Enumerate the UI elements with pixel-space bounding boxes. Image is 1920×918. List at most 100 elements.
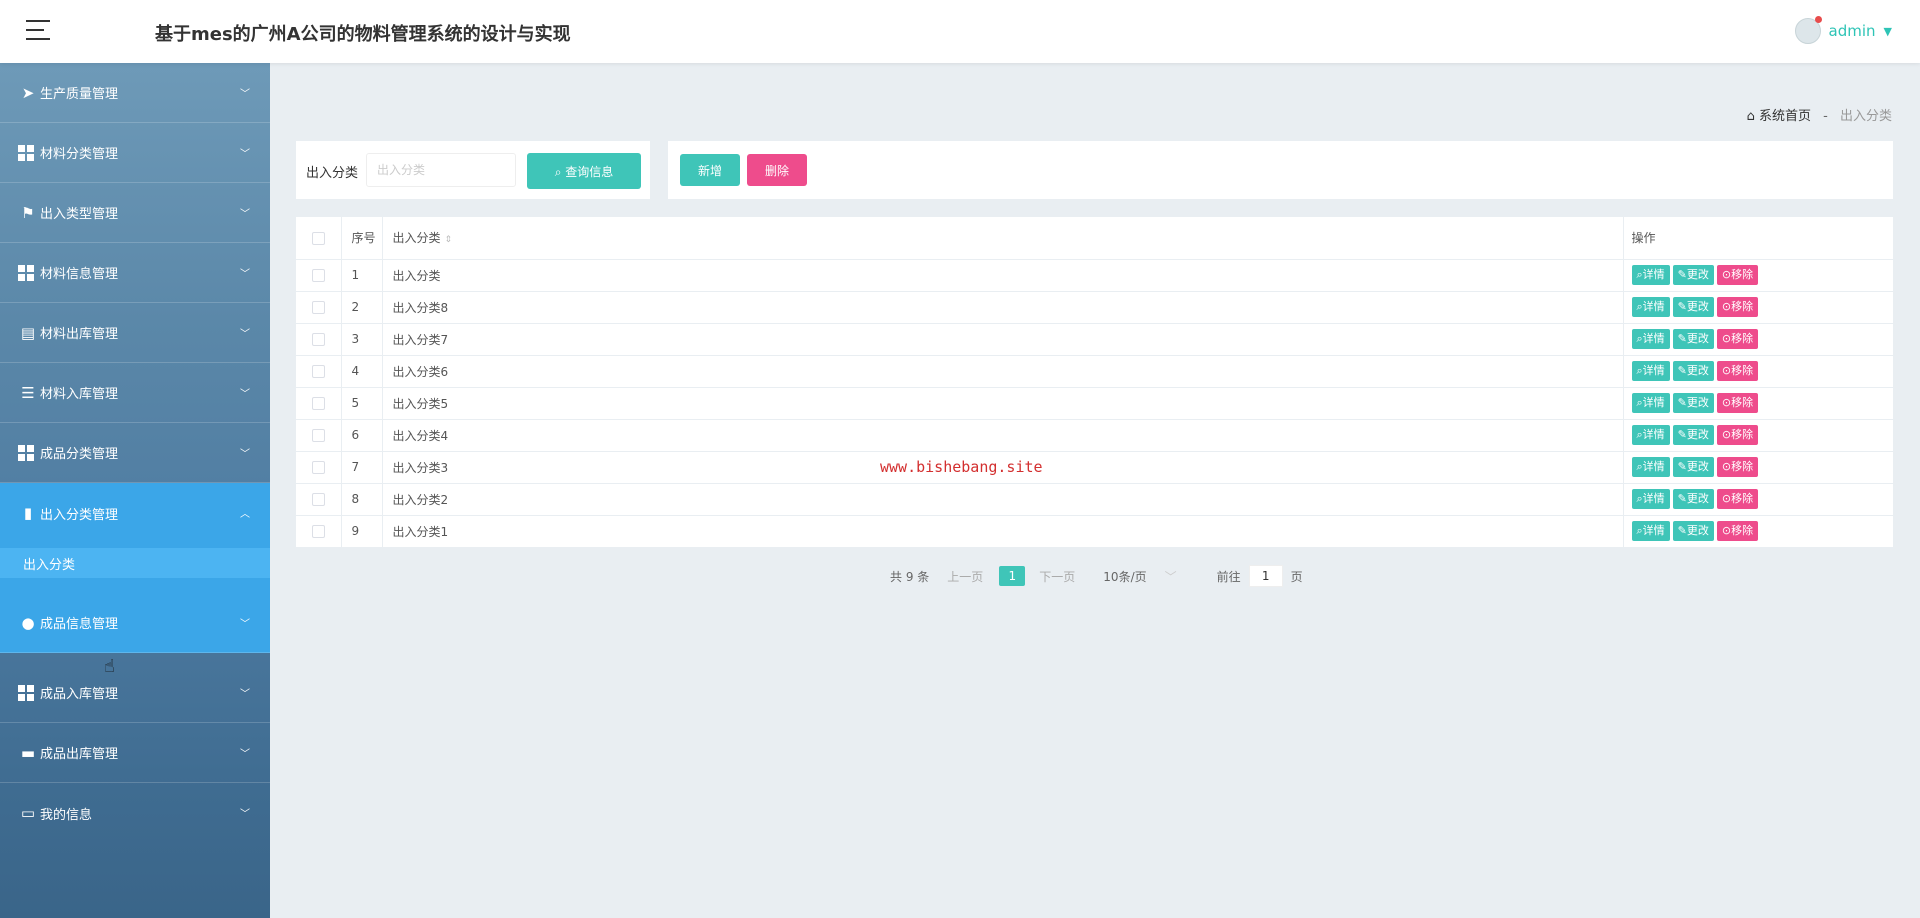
page-number-button[interactable]: 1 [999, 566, 1026, 586]
sort-icon[interactable]: ⇕ [445, 235, 453, 245]
row-checkbox[interactable] [311, 525, 325, 538]
edit-button[interactable]: ✎更改 [1672, 265, 1714, 285]
edit-button[interactable]: ✎更改 [1672, 489, 1714, 509]
detail-button[interactable]: ⌕详情 [1631, 489, 1670, 509]
remove-label: 移除 [1731, 364, 1754, 377]
remove-label: 移除 [1731, 268, 1754, 281]
detail-button[interactable]: ⌕详情 [1631, 361, 1670, 381]
header-name[interactable]: 出入分类 ⇕ [381, 217, 1623, 260]
detail-label: 详情 [1642, 492, 1665, 505]
user-menu[interactable]: admin ▼ [1794, 16, 1892, 44]
edit-button[interactable]: ✎更改 [1672, 297, 1714, 317]
row-actions: ⌕详情 ✎更改 ⊙移除 [1622, 355, 1893, 388]
sidebar-item-label: 材料入库管理 [40, 387, 119, 402]
chevron-down-icon: ﹀ [240, 389, 250, 400]
search-input[interactable] [366, 153, 516, 187]
row-actions: ⌕详情 ✎更改 ⊙移除 [1622, 291, 1893, 324]
row-checkbox[interactable] [311, 333, 325, 346]
edit-button[interactable]: ✎更改 [1672, 361, 1714, 381]
edit-button[interactable]: ✎更改 [1672, 457, 1714, 477]
comment-icon: ▬ [20, 743, 36, 762]
pencil-icon: ✎ [1677, 396, 1687, 409]
next-page-button[interactable]: 下一页 [1039, 568, 1075, 585]
chevron-down-icon: ﹀ [240, 89, 250, 100]
search-label: 出入分类 [306, 166, 359, 181]
row-name: 出入分类 [381, 259, 1623, 292]
table-row: 8 出入分类2 ⌕详情 ✎更改 ⊙移除 [296, 483, 1893, 516]
sidebar-item-material-in[interactable]: ☰ 材料入库管理 ﹀ [0, 363, 270, 423]
edit-button[interactable]: ✎更改 [1672, 425, 1714, 445]
edit-button[interactable]: ✎更改 [1672, 329, 1714, 349]
sidebar-item-material-info[interactable]: 材料信息管理 ﹀ [0, 243, 270, 303]
edit-button[interactable]: ✎更改 [1672, 521, 1714, 541]
header-no: 序号 [340, 217, 382, 260]
sidebar-item-product-out[interactable]: ▬ 成品出库管理 ﹀ [0, 723, 270, 783]
sidebar-item-io-category[interactable]: ▮ 出入分类管理 ︿ [0, 483, 270, 543]
row-select [296, 515, 341, 548]
row-actions: ⌕详情 ✎更改 ⊙移除 [1622, 387, 1893, 420]
remove-button[interactable]: ⊙移除 [1716, 265, 1759, 285]
row-name: 出入分类1 [381, 515, 1623, 548]
username: admin [1828, 22, 1876, 40]
submenu-item-io-category[interactable]: 出入分类 [0, 548, 270, 578]
remove-button[interactable]: ⊙移除 [1716, 457, 1759, 477]
row-no: 3 [340, 323, 382, 356]
header-select-all [296, 217, 341, 260]
sidebar-item-my-info[interactable]: ▭ 我的信息 ﹀ [0, 783, 270, 843]
search-button[interactable]: ⌕ 查询信息 [527, 153, 641, 189]
row-checkbox[interactable] [311, 301, 325, 314]
remove-button[interactable]: ⊙移除 [1716, 329, 1759, 349]
edit-label: 更改 [1686, 300, 1709, 313]
home-icon: ⌂ [1746, 109, 1755, 124]
table-row: 6 出入分类4 ⌕详情 ✎更改 ⊙移除 [296, 419, 1893, 452]
sidebar-item-product-in[interactable]: 成品入库管理 ﹀ [0, 663, 270, 723]
table-row: 9 出入分类1 ⌕详情 ✎更改 ⊙移除 [296, 515, 1893, 548]
prev-page-button[interactable]: 上一页 [947, 568, 983, 585]
add-button[interactable]: 新增 [680, 154, 740, 186]
delete-button[interactable]: 删除 [747, 154, 807, 186]
page-size-select[interactable]: 10条/页 ﹀ [1103, 568, 1176, 585]
sidebar-item-label: 成品信息管理 [40, 617, 119, 632]
header-op: 操作 [1622, 217, 1893, 260]
detail-button[interactable]: ⌕详情 [1631, 265, 1670, 285]
top-header: 基于mes的广州A公司的物料管理系统的设计与实现 admin ▼ [0, 0, 1920, 63]
sidebar-item-label: 成品出库管理 [40, 747, 119, 762]
app-title: 基于mes的广州A公司的物料管理系统的设计与实现 [155, 24, 571, 45]
detail-button[interactable]: ⌕详情 [1631, 457, 1670, 477]
detail-button[interactable]: ⌕详情 [1631, 425, 1670, 445]
sidebar-item-product-info[interactable]: ● 成品信息管理 ﹀ [0, 593, 270, 653]
chevron-up-icon: ︿ [240, 509, 250, 520]
remove-button[interactable]: ⊙移除 [1716, 393, 1759, 413]
remove-button[interactable]: ⊙移除 [1716, 297, 1759, 317]
edit-label: 更改 [1686, 396, 1709, 409]
detail-button[interactable]: ⌕详情 [1631, 521, 1670, 541]
remove-icon: ⊙ [1721, 396, 1732, 409]
row-checkbox[interactable] [311, 461, 325, 474]
row-checkbox[interactable] [311, 397, 325, 410]
sidebar-item-product-category[interactable]: 成品分类管理 ﹀ [0, 423, 270, 483]
sidebar-item-io-type[interactable]: ⚑ 出入类型管理 ﹀ [0, 183, 270, 243]
remove-button[interactable]: ⊙移除 [1716, 489, 1759, 509]
detail-label: 详情 [1642, 268, 1665, 281]
remove-button[interactable]: ⊙移除 [1716, 425, 1759, 445]
header-name-label: 出入分类 [392, 231, 441, 246]
remove-button[interactable]: ⊙移除 [1716, 361, 1759, 381]
row-checkbox[interactable] [311, 429, 325, 442]
row-checkbox[interactable] [311, 493, 325, 506]
remove-button[interactable]: ⊙移除 [1716, 521, 1759, 541]
detail-button[interactable]: ⌕详情 [1631, 329, 1670, 349]
menu-toggle-icon[interactable] [26, 20, 50, 42]
chevron-down-icon: ﹀ [240, 809, 250, 820]
row-checkbox[interactable] [311, 269, 325, 282]
row-checkbox[interactable] [311, 365, 325, 378]
goto-page-input[interactable] [1248, 565, 1283, 587]
breadcrumb-home[interactable]: 系统首页 [1759, 109, 1811, 124]
sidebar-item-material-category[interactable]: 材料分类管理 ﹀ [0, 123, 270, 183]
edit-button[interactable]: ✎更改 [1672, 393, 1714, 413]
sidebar-item-production-quality[interactable]: ➤ 生产质量管理 ﹀ [0, 63, 270, 123]
select-all-checkbox[interactable] [311, 231, 325, 245]
edit-label: 更改 [1686, 524, 1709, 537]
detail-button[interactable]: ⌕详情 [1631, 393, 1670, 413]
detail-button[interactable]: ⌕详情 [1631, 297, 1670, 317]
sidebar-item-material-out[interactable]: ▤ 材料出库管理 ﹀ [0, 303, 270, 363]
